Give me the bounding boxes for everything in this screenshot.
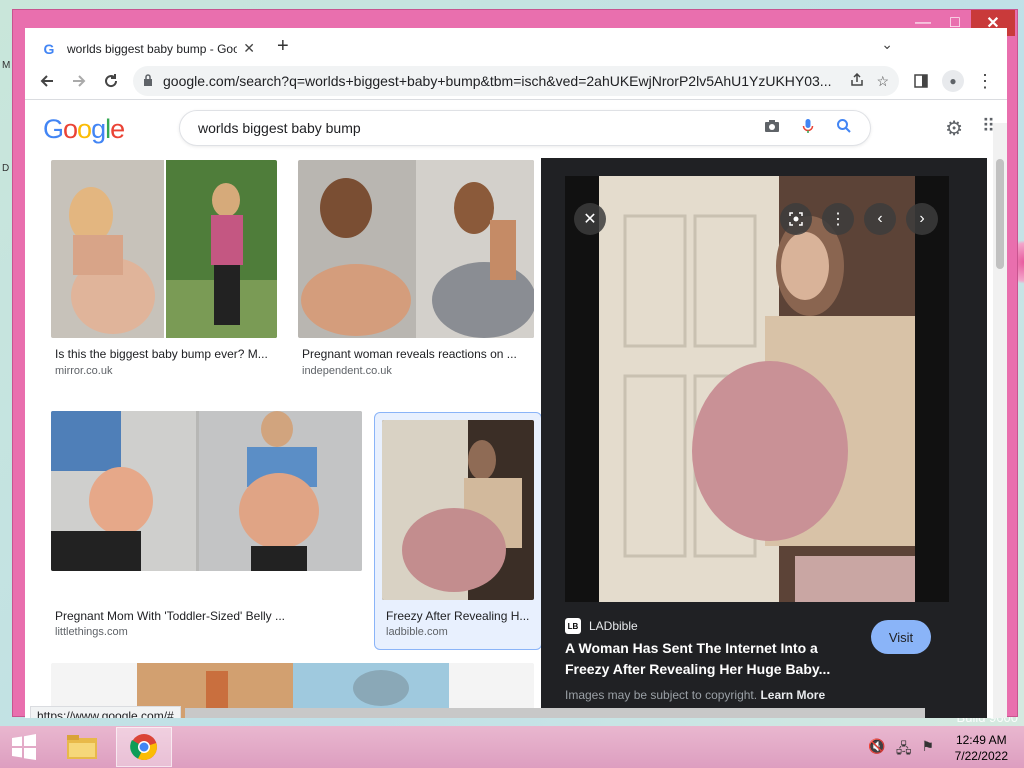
result-title[interactable]: Freezy After Revealing H... <box>386 609 536 623</box>
scroll-thumb[interactable] <box>996 159 1004 269</box>
bookmark-star-icon[interactable]: ☆ <box>876 73 889 90</box>
share-icon[interactable] <box>850 72 864 90</box>
desktop-icon-label: M <box>2 60 11 71</box>
image-preview-panel: ✕ ⋮ ‹ › LB LADbible A Woman Has Sent The… <box>541 158 987 718</box>
tab-search-chevron-icon[interactable]: ⌄ <box>881 36 893 53</box>
chrome-taskbar-icon[interactable] <box>116 727 172 767</box>
taskbar: 🔇 🖧 ⚑ 12:49 AM 7/22/2022 <box>0 726 1024 768</box>
copyright-notice: Images may be subject to copyright. Lear… <box>565 688 825 702</box>
forward-arrow-icon[interactable] <box>63 65 95 97</box>
preview-title[interactable]: A Woman Has Sent The Internet Into a Fre… <box>565 638 855 680</box>
profile-avatar-icon[interactable]: ● <box>937 65 969 97</box>
clock-time: 12:49 AM <box>955 733 1007 747</box>
google-logo[interactable]: Google <box>43 114 125 145</box>
clock-date: 7/22/2022 <box>954 749 1008 763</box>
previous-arrow-icon[interactable]: ‹ <box>864 203 896 235</box>
preview-source[interactable]: LB LADbible <box>565 618 638 634</box>
settings-gear-icon[interactable]: ⚙ <box>945 116 963 141</box>
system-clock[interactable]: 12:49 AM 7/22/2022 <box>955 732 1008 764</box>
search-input[interactable]: worlds biggest baby bump <box>179 110 871 146</box>
windows-start-icon[interactable] <box>0 726 48 768</box>
image-results-grid: Is this the biggest baby bump ever? M...… <box>25 158 542 718</box>
tab-strip: G worlds biggest baby bump - Goo ✕ + ⌄ <box>25 28 1007 63</box>
result-title[interactable]: Pregnant Mom With 'Toddler-Sized' Belly … <box>55 609 360 623</box>
google-favicon-icon: G <box>43 40 55 57</box>
next-arrow-icon[interactable]: › <box>906 203 938 235</box>
desktop-icon-label: D <box>2 163 10 174</box>
result-thumbnail[interactable] <box>382 420 534 600</box>
preview-source-name: LADbible <box>589 619 638 633</box>
browser-toolbar: google.com/search?q=worlds+biggest+baby+… <box>25 63 1007 100</box>
visit-button[interactable]: Visit <box>871 620 931 654</box>
microphone-icon[interactable] <box>802 118 814 139</box>
status-bar-url: https://www.google.com/# <box>30 706 181 718</box>
tab-google-search[interactable]: G worlds biggest baby bump - Goo ✕ <box>33 34 263 63</box>
learn-more-link[interactable]: Learn More <box>760 688 825 702</box>
search-query[interactable]: worlds biggest baby bump <box>198 120 742 136</box>
result-thumbnail[interactable] <box>51 160 277 338</box>
network-icon[interactable]: 🖧 <box>896 738 912 762</box>
back-arrow-icon[interactable] <box>31 65 63 97</box>
result-title[interactable]: Is this the biggest baby bump ever? M... <box>55 347 275 361</box>
lock-icon <box>143 73 153 89</box>
vertical-scrollbar[interactable] <box>993 123 1007 718</box>
horizontal-scrollbar[interactable] <box>185 708 925 718</box>
reload-icon[interactable] <box>95 65 127 97</box>
more-options-icon[interactable]: ⋮ <box>822 203 854 235</box>
tab-close-icon[interactable]: ✕ <box>243 40 255 57</box>
side-panel-icon[interactable] <box>905 65 937 97</box>
url-text[interactable]: google.com/search?q=worlds+biggest+baby+… <box>163 73 838 89</box>
close-preview-icon[interactable]: ✕ <box>574 203 606 235</box>
volume-muted-icon[interactable]: 🔇 <box>868 738 885 762</box>
ladbible-logo: LB <box>565 618 581 634</box>
action-center-flag-icon[interactable]: ⚑ <box>921 738 934 762</box>
result-thumbnail[interactable] <box>298 160 534 338</box>
file-explorer-icon[interactable] <box>54 727 110 767</box>
result-title[interactable]: Pregnant woman reveals reactions on ... <box>302 347 532 361</box>
result-source: ladbible.com <box>386 626 448 638</box>
copyright-text: Images may be subject to copyright. <box>565 688 758 702</box>
google-header: Google worlds biggest baby bump ⚙ ⠿ <box>25 100 1007 158</box>
result-source: littlethings.com <box>55 626 128 638</box>
preview-image[interactable] <box>565 176 949 602</box>
menu-kebab-icon[interactable]: ⋮ <box>969 65 1001 97</box>
chrome-window: — □ ✕ G worlds biggest baby bump - Goo ✕… <box>12 9 1018 718</box>
new-tab-button[interactable]: + <box>277 35 289 58</box>
search-icon[interactable] <box>836 118 852 139</box>
result-thumbnail[interactable] <box>51 411 362 571</box>
system-tray: 🔇 🖧 ⚑ <box>868 738 934 762</box>
result-source: independent.co.uk <box>302 365 392 377</box>
google-lens-icon[interactable] <box>780 203 812 235</box>
address-bar[interactable]: google.com/search?q=worlds+biggest+baby+… <box>133 66 899 96</box>
result-source: mirror.co.uk <box>55 365 113 377</box>
tab-title: worlds biggest baby bump - Goo <box>67 41 238 56</box>
browser-viewport: G worlds biggest baby bump - Goo ✕ + ⌄ g… <box>25 28 1007 718</box>
camera-lens-icon[interactable] <box>764 119 780 138</box>
